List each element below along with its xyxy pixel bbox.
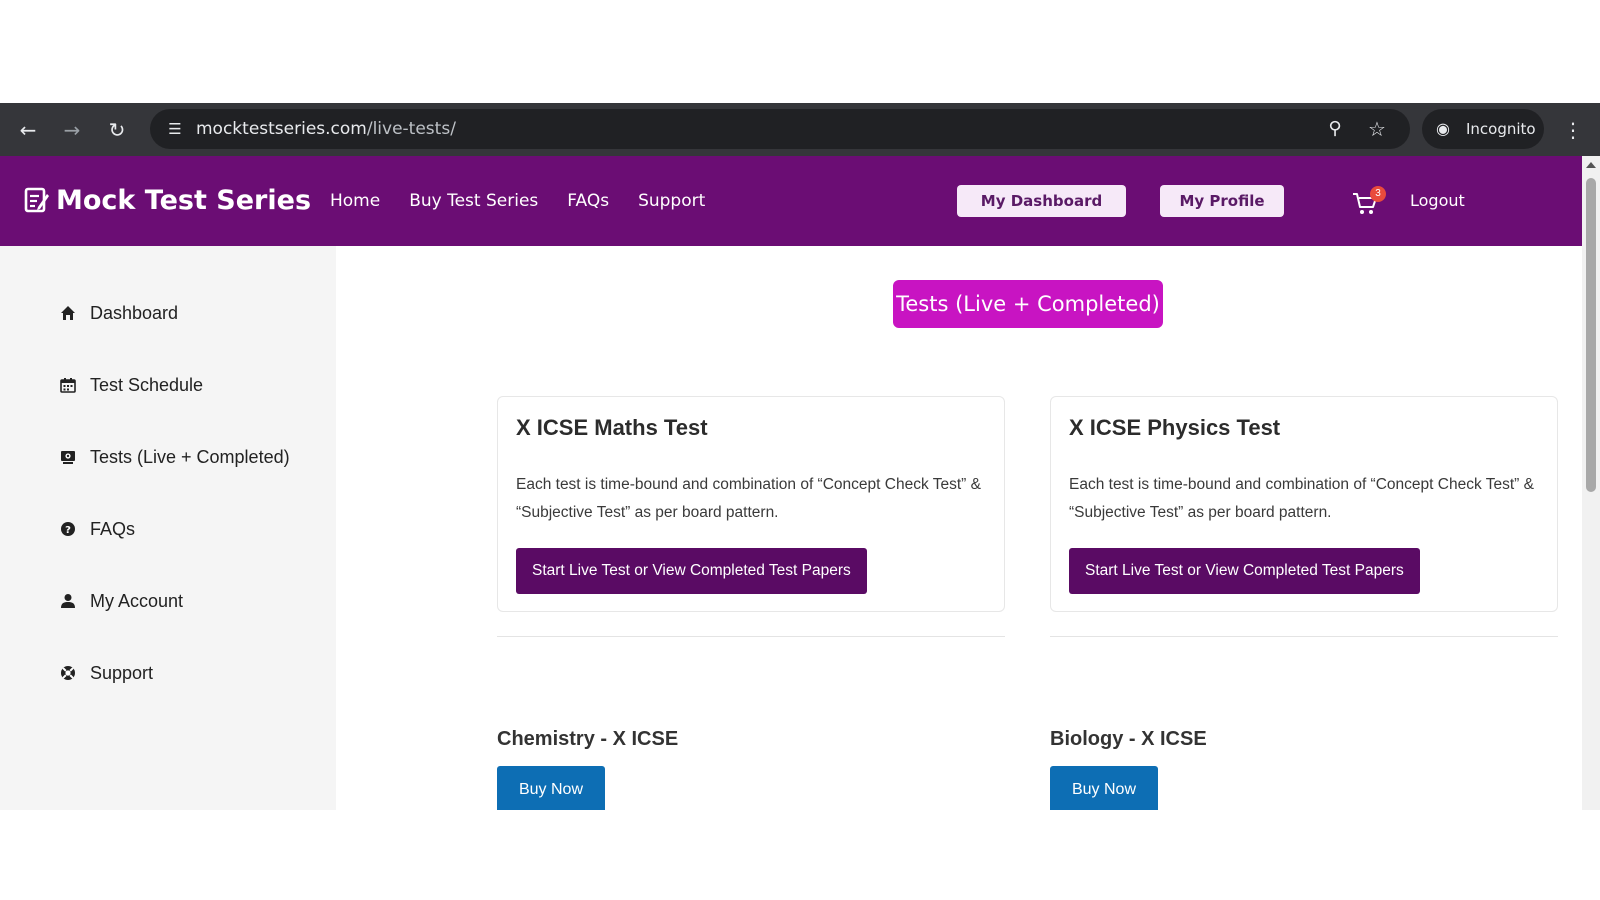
site-header: Mock Test Series Home Buy Test Series FA…: [0, 156, 1582, 246]
svg-text:?: ?: [65, 525, 71, 536]
url-host: mocktestseries.com: [196, 119, 367, 139]
buy-now-button-chemistry[interactable]: Buy Now: [497, 766, 605, 810]
nav-faqs[interactable]: FAQs: [567, 186, 609, 216]
sidebar-item-label: Test Schedule: [90, 374, 204, 395]
scroll-thumb[interactable]: [1586, 178, 1596, 492]
back-icon[interactable]: ←: [13, 115, 43, 145]
start-live-test-button[interactable]: Start Live Test or View Completed Test P…: [1069, 548, 1420, 594]
incognito-indicator[interactable]: ◉ Incognito: [1422, 109, 1544, 149]
sidebar-item-label: Dashboard: [90, 302, 179, 323]
home-icon: [58, 303, 78, 323]
zoom-icon[interactable]: ⚲: [1320, 114, 1350, 144]
product-title-chemistry: Chemistry - X ICSE: [497, 728, 679, 750]
sidebar-item-dashboard[interactable]: Dashboard: [58, 298, 178, 328]
nav-buy-test-series[interactable]: Buy Test Series: [409, 186, 538, 216]
sidebar-item-label: My Account: [90, 590, 184, 611]
url-text[interactable]: mocktestseries.com/live-tests/: [196, 109, 456, 149]
sidebar-item-label: Support: [90, 662, 154, 683]
tests-icon: [58, 447, 78, 467]
page-title: Tests (Live + Completed): [893, 280, 1163, 328]
calendar-icon: [58, 375, 78, 395]
user-icon: [58, 591, 78, 611]
card-title: X ICSE Maths Test: [516, 415, 708, 440]
buy-now-button-biology[interactable]: Buy Now: [1050, 766, 1158, 810]
incognito-icon: ◉: [1436, 119, 1450, 138]
page-scrollbar[interactable]: [1582, 156, 1600, 810]
my-dashboard-button[interactable]: My Dashboard: [957, 185, 1126, 217]
product-title-biology: Biology - X ICSE: [1050, 728, 1207, 750]
lifebuoy-icon: [58, 663, 78, 683]
nav-support[interactable]: Support: [638, 186, 705, 216]
reload-icon[interactable]: ↻: [102, 115, 132, 145]
sidebar-item-support[interactable]: Support: [58, 658, 153, 688]
question-icon: ?: [58, 519, 78, 539]
menu-kebab-icon[interactable]: ⋮: [1558, 115, 1588, 145]
sidebar-item-test-schedule[interactable]: Test Schedule: [58, 370, 203, 400]
test-card-physics: X ICSE Physics Test Each test is time-bo…: [1050, 396, 1558, 612]
bookmark-star-icon[interactable]: ☆: [1362, 114, 1392, 144]
card-title: X ICSE Physics Test: [1069, 415, 1281, 440]
incognito-label: Incognito: [1466, 120, 1536, 138]
main-nav: Home Buy Test Series FAQs Support: [330, 186, 734, 216]
scroll-up-icon[interactable]: [1586, 162, 1596, 168]
url-path: /live-tests/: [366, 119, 456, 139]
sidebar-item-faqs[interactable]: ? FAQs: [58, 514, 135, 544]
browser-toolbar: ← → ↻ ☰ mocktestseries.com/live-tests/ ⚲…: [0, 103, 1600, 156]
logout-link[interactable]: Logout: [1410, 186, 1465, 216]
viewport-bottom-edge: [0, 810, 1600, 900]
notepad-icon: [24, 187, 49, 213]
site-logo[interactable]: Mock Test Series: [24, 180, 311, 220]
divider: [1050, 636, 1558, 637]
browser-window: ← → ↻ ☰ mocktestseries.com/live-tests/ ⚲…: [0, 0, 1600, 900]
nav-home[interactable]: Home: [330, 186, 380, 216]
sidebar-item-label: FAQs: [90, 518, 136, 539]
card-description: Each test is time-bound and combination …: [1069, 476, 1534, 521]
divider: [497, 636, 1005, 637]
cart-count-badge: 3: [1370, 186, 1386, 202]
test-card-maths: X ICSE Maths Test Each test is time-boun…: [497, 396, 1005, 612]
site-settings-icon[interactable]: ☰: [160, 114, 190, 144]
logo-text: Mock Test Series: [56, 184, 312, 216]
sidebar-item-label: Tests (Live + Completed): [90, 446, 290, 467]
cart-button[interactable]: 3: [1350, 184, 1386, 218]
my-profile-button[interactable]: My Profile: [1160, 185, 1284, 217]
sidebar-item-tests-live-completed[interactable]: Tests (Live + Completed): [58, 442, 290, 472]
sidebar: Dashboard Test Schedule Tests (Live + Co…: [0, 246, 336, 810]
start-live-test-button[interactable]: Start Live Test or View Completed Test P…: [516, 548, 867, 594]
forward-icon[interactable]: →: [57, 115, 87, 145]
sidebar-item-my-account[interactable]: My Account: [58, 586, 183, 616]
address-bar[interactable]: ☰ mocktestseries.com/live-tests/ ⚲ ☆: [150, 109, 1410, 149]
card-description: Each test is time-bound and combination …: [516, 476, 981, 521]
